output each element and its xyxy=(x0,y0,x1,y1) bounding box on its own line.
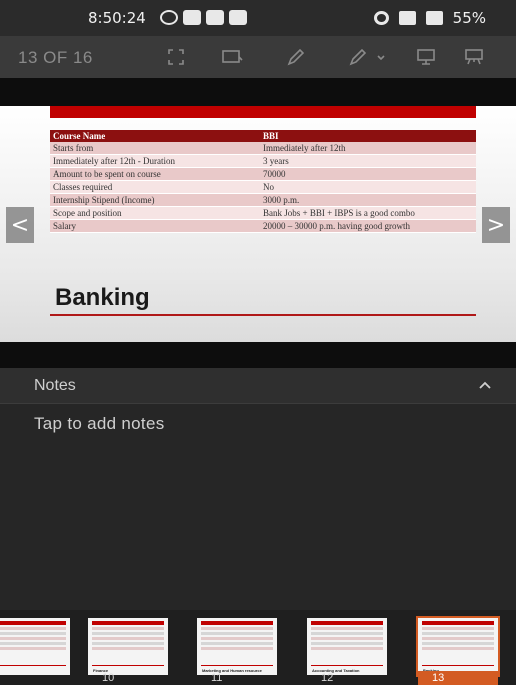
table-row: Scope and position Bank Jobs + BBI + IBPS… xyxy=(50,206,476,220)
table-cell: Classes required xyxy=(50,180,260,194)
slide-thumbnail[interactable]: Finance xyxy=(88,618,168,675)
notes-placeholder[interactable]: Tap to add notes xyxy=(34,414,165,434)
slide-thumbnail[interactable] xyxy=(0,618,70,675)
table-cell: 70000 xyxy=(260,167,476,181)
slide-title-underline xyxy=(50,314,476,316)
table-header: Course Name xyxy=(50,130,260,142)
battery-level: 55% xyxy=(452,9,486,27)
alarm-icon xyxy=(373,11,389,25)
previous-slide-button[interactable]: < xyxy=(6,207,34,243)
table-cell: Amount to be spent on course xyxy=(50,167,260,181)
table-cell: No xyxy=(260,180,476,194)
slide-letterbox-bottom xyxy=(0,342,516,368)
thumbnail-number: 11 xyxy=(211,672,223,684)
table-cell: Salary xyxy=(50,219,260,233)
pen-icon[interactable] xyxy=(282,44,310,70)
whatsapp-icon xyxy=(160,10,178,25)
table-cell: 20000 – 30000 p.m. having good growth xyxy=(260,219,476,233)
table-cell: Scope and position xyxy=(50,206,260,220)
fullscreen-icon[interactable] xyxy=(162,44,190,70)
table-cell: 3000 p.m. xyxy=(260,193,476,207)
chevron-up-icon[interactable] xyxy=(476,377,494,395)
table-row: Amount to be spent on course 70000 xyxy=(50,167,476,181)
gallery-icon xyxy=(206,10,224,25)
thumbnail-number: 12 xyxy=(321,672,334,684)
projector-icon[interactable] xyxy=(460,44,488,70)
table-row: Immediately after 12th - Duration 3 years xyxy=(50,154,476,168)
present-icon[interactable] xyxy=(218,44,246,70)
status-bar: 8:50:24 55% xyxy=(0,0,516,36)
thumbnail-number-active: 13 xyxy=(418,671,498,685)
slide-thumbnail-active[interactable]: Banking xyxy=(416,616,500,677)
notes-area[interactable]: Tap to add notes xyxy=(0,404,516,610)
table-cell: Internship Stipend (Income) xyxy=(50,193,260,207)
table-cell: Immediately after 12th - Duration xyxy=(50,154,260,168)
slide-thumbnail-strip[interactable]: Finance Marketing and Human resource Acc… xyxy=(0,610,516,685)
table-cell: 3 years xyxy=(260,154,476,168)
notes-label: Notes xyxy=(34,377,76,394)
ink-icon[interactable] xyxy=(346,44,390,70)
volte-icon xyxy=(398,11,416,25)
slide-counter: 13 OF 16 xyxy=(18,48,93,67)
presentation-toolbar: 13 OF 16 xyxy=(0,36,516,78)
notes-header[interactable]: Notes xyxy=(0,368,516,404)
slide-title: Banking xyxy=(55,284,150,311)
next-slide-button[interactable]: > xyxy=(482,207,510,243)
table-row: Classes required No xyxy=(50,180,476,194)
thumbnail-number: 10 xyxy=(102,672,115,684)
app-icon xyxy=(229,10,247,25)
table-row: Starts from Immediately after 12th xyxy=(50,142,476,155)
table-cell: Immediately after 12th xyxy=(260,142,476,155)
table-header: BBI xyxy=(260,130,476,142)
4g-signal-icon xyxy=(425,11,443,25)
slide-letterbox-top xyxy=(0,78,516,106)
course-table: Course Name BBI Starts from Immediately a… xyxy=(50,130,476,233)
slide-thumbnail[interactable]: Marketing and Human resource xyxy=(197,618,277,675)
slide-thumbnail[interactable]: Accounting and Taxation xyxy=(307,618,387,675)
status-system: 55% xyxy=(373,9,486,27)
status-app-icons xyxy=(160,10,247,25)
table-cell: Starts from xyxy=(50,142,260,155)
messenger-icon xyxy=(183,10,201,25)
slide-header-bar xyxy=(50,106,476,118)
status-time: 8:50:24 xyxy=(88,9,146,27)
table-header-row: Course Name BBI xyxy=(50,130,476,142)
current-slide[interactable]: Course Name BBI Starts from Immediately a… xyxy=(0,106,516,342)
table-cell: Bank Jobs + BBI + IBPS is a good combo xyxy=(260,206,476,220)
table-row: Internship Stipend (Income) 3000 p.m. xyxy=(50,193,476,207)
table-row: Salary 20000 – 30000 p.m. having good gro… xyxy=(50,219,476,233)
presenter-view-icon[interactable] xyxy=(412,44,440,70)
